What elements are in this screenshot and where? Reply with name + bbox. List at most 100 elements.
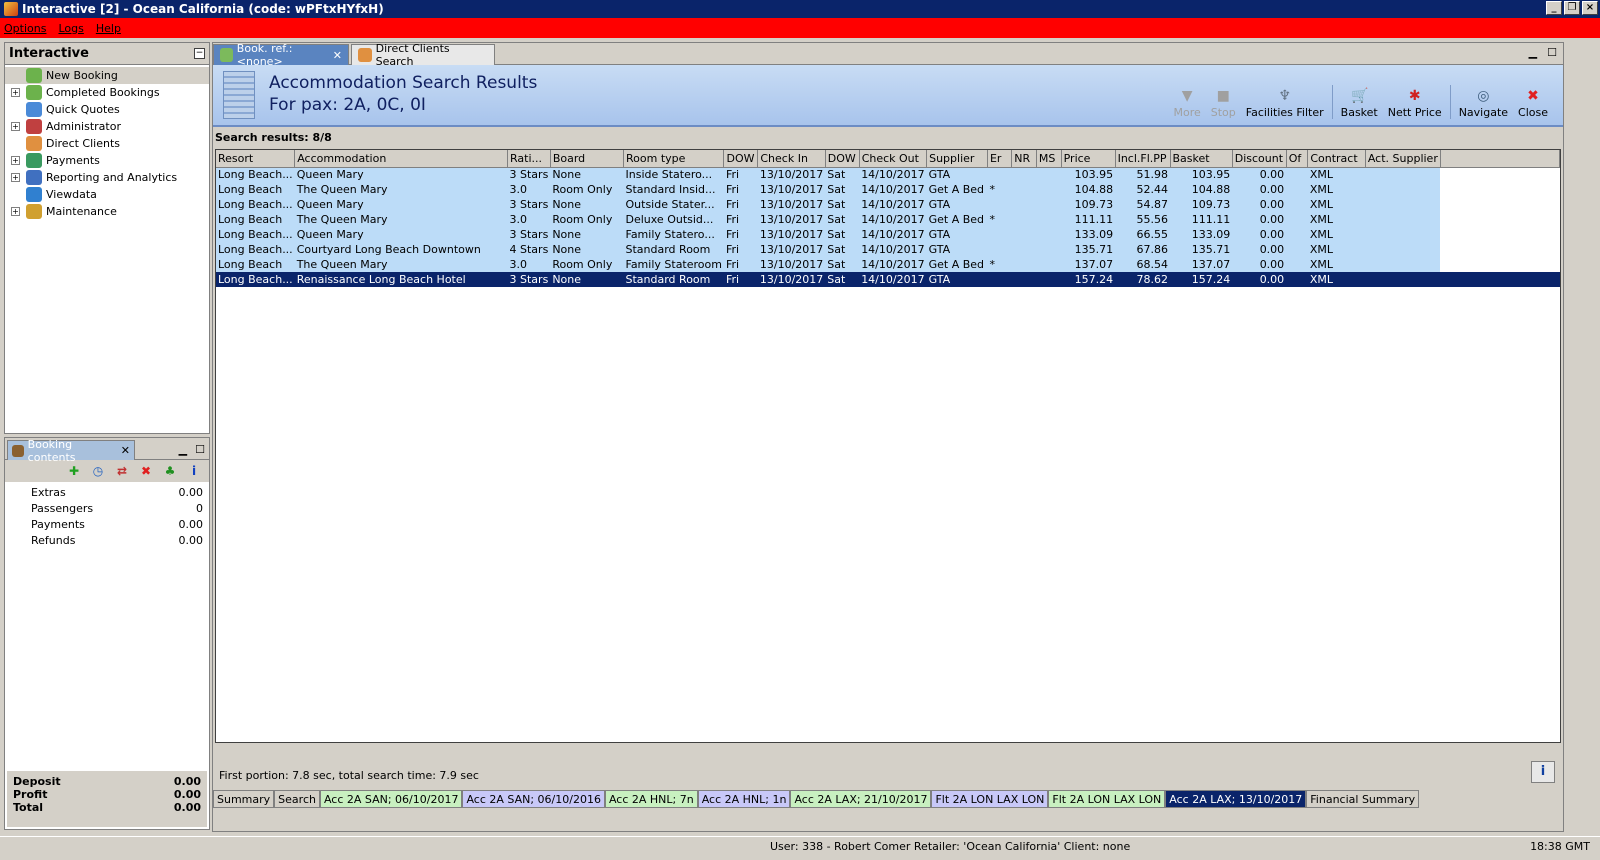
table-cell: Room Only (550, 212, 624, 227)
nav-item-viewdata[interactable]: Viewdata (5, 186, 209, 203)
bottom-tab[interactable]: Flt 2A LON LAX LON (931, 790, 1049, 808)
minimize-button[interactable]: _ (1546, 1, 1562, 15)
nav-item-completed-bookings[interactable]: + Completed Bookings (5, 84, 209, 101)
bottom-tab[interactable]: Acc 2A LAX; 21/10/2017 (790, 790, 932, 808)
palm-tree-icon[interactable]: ♣ (163, 464, 177, 478)
navigate-button[interactable]: ◎ Navigate (1454, 88, 1513, 119)
expand-icon[interactable]: + (11, 122, 20, 131)
close-tab-icon[interactable]: ✕ (121, 444, 130, 457)
nav-item-reporting-and-analytics[interactable]: + Reporting and Analytics (5, 169, 209, 186)
tab-direct-clients-search[interactable]: Direct Clients Search (351, 42, 495, 68)
nav-item-administrator[interactable]: + Administrator (5, 118, 209, 135)
add-icon[interactable]: ✚ (67, 464, 81, 478)
bottom-tab[interactable]: Financial Summary (1306, 790, 1420, 808)
nav-item-new-booking[interactable]: New Booking (5, 67, 209, 84)
nav-item-label: Quick Quotes (46, 103, 120, 116)
column-header[interactable]: DOW (825, 150, 860, 168)
minimize-panel-icon[interactable]: ▁ (179, 443, 187, 456)
column-header[interactable]: NR (1011, 150, 1037, 168)
expand-icon[interactable]: + (11, 88, 20, 97)
bottom-tab[interactable]: Summary (213, 790, 275, 808)
nett-price-button[interactable]: ✱ Nett Price (1383, 88, 1447, 119)
table-row[interactable]: Long Beach... Queen Mary 3 Stars None Outsid… (216, 197, 1560, 212)
table-cell: 13/10/2017 (757, 227, 826, 242)
table-cell: 68.54 (1115, 257, 1170, 272)
search-timing: First portion: 7.8 sec, total search tim… (219, 769, 479, 782)
bottom-tab[interactable]: Flt 2A LON LAX LON (1048, 790, 1166, 808)
stop-button[interactable]: ■ Stop (1206, 88, 1241, 119)
column-header[interactable]: Of (1286, 150, 1309, 168)
column-header[interactable]: DOW (723, 150, 759, 168)
column-header[interactable]: MS (1036, 150, 1062, 168)
table-row[interactable]: Long Beach... Renaissance Long Beach Hote… (216, 272, 1560, 287)
table-row[interactable]: Long Beach The Queen Mary 3.0 Room Only Fami… (216, 257, 1560, 272)
column-header[interactable]: Incl.Fl.PP (1115, 150, 1171, 168)
nav-item-label: Administrator (46, 120, 121, 133)
table-row[interactable]: Long Beach... Queen Mary 3 Stars None Inside… (216, 167, 1560, 182)
column-header[interactable]: Supplier (926, 150, 988, 168)
bottom-tab[interactable]: Acc 2A HNL; 7n (604, 790, 698, 808)
collapse-panel-button[interactable]: − (194, 48, 205, 59)
table-cell (1036, 242, 1062, 257)
column-header[interactable]: Discount (1232, 150, 1287, 168)
maximize-tab-area-icon[interactable]: ☐ (1547, 46, 1557, 59)
menu-logs[interactable]: Logs (58, 22, 83, 35)
more-button[interactable]: ▼ More (1168, 88, 1205, 119)
table-cell (1365, 257, 1441, 272)
facilities-filter-button[interactable]: ♆ Facilities Filter (1241, 88, 1329, 119)
info-button[interactable]: i (1531, 761, 1555, 783)
total-label: Profit (13, 788, 48, 801)
bottom-tab[interactable]: Acc 2A HNL; 1n (697, 790, 791, 808)
column-header[interactable]: Er (987, 150, 1013, 168)
table-row[interactable]: Long Beach... Queen Mary 3 Stars None Family… (216, 227, 1560, 242)
column-header[interactable]: Price (1061, 150, 1116, 168)
basket-button[interactable]: 🛒 Basket (1336, 88, 1383, 119)
window-title: Interactive [2] - Ocean California (code… (22, 2, 384, 16)
column-header[interactable]: Check In (757, 150, 826, 168)
table-cell: 3.0 (507, 182, 551, 197)
nav-item-payments[interactable]: + Payments (5, 152, 209, 169)
table-row[interactable]: Long Beach The Queen Mary 3.0 Room Only Delu… (216, 212, 1560, 227)
column-header[interactable]: Contract (1307, 150, 1366, 168)
expand-icon[interactable]: + (11, 173, 20, 182)
bottom-tab[interactable]: Search (274, 790, 320, 808)
column-header[interactable]: Check Out (859, 150, 928, 168)
info-icon[interactable]: i (187, 464, 201, 478)
column-header[interactable]: Rati... (507, 150, 551, 168)
column-header[interactable]: Board (550, 150, 625, 168)
table-cell: Long Beach (216, 257, 295, 272)
nav-item-direct-clients[interactable]: Direct Clients (5, 135, 209, 152)
expand-icon[interactable]: + (11, 156, 20, 165)
column-header[interactable]: Resort (216, 150, 296, 168)
expand-icon[interactable]: + (11, 207, 20, 216)
menu-options[interactable]: Options (4, 22, 46, 35)
bottom-tab[interactable]: Acc 2A SAN; 06/10/2016 (462, 790, 605, 808)
column-header[interactable]: Act. Supplier (1365, 150, 1441, 168)
maximize-panel-icon[interactable]: ☐ (195, 443, 205, 456)
table-cell (1365, 227, 1441, 242)
table-cell (1365, 212, 1441, 227)
booking-contents-tab[interactable]: Booking contents ✕ (7, 438, 135, 464)
bottom-tab[interactable]: Acc 2A SAN; 06/10/2017 (319, 790, 463, 808)
clock-icon[interactable]: ◷ (91, 464, 105, 478)
delete-icon[interactable]: ✖ (139, 464, 153, 478)
tab-booking-ref[interactable]: Book. ref.: <none> ✕ (213, 42, 349, 68)
basket-icon: 🛒 (1351, 88, 1369, 104)
minimize-tab-area-icon[interactable]: ▁ (1529, 46, 1537, 59)
close-button[interactable]: ✖ Close (1513, 88, 1553, 119)
nav-item-maintenance[interactable]: + Maintenance (5, 203, 209, 220)
column-header[interactable]: Room type (623, 150, 725, 168)
column-header[interactable]: Accommodation (294, 150, 509, 168)
table-cell: 103.95 (1061, 167, 1116, 182)
table-row[interactable]: Long Beach The Queen Mary 3.0 Room Only Stan… (216, 182, 1560, 197)
close-window-button[interactable]: × (1582, 1, 1598, 15)
close-tab-icon[interactable]: ✕ (333, 49, 342, 62)
menu-help[interactable]: Help (96, 22, 121, 35)
bottom-tab[interactable]: Acc 2A LAX; 13/10/2017 (1165, 790, 1307, 808)
table-row[interactable]: Long Beach... Courtyard Long Beach Downto… (216, 242, 1560, 257)
restore-button[interactable]: ❐ (1564, 1, 1580, 15)
nav-item-quick-quotes[interactable]: Quick Quotes (5, 101, 209, 118)
total-row: Profit 0.00 (13, 788, 201, 801)
column-header[interactable]: Basket (1170, 150, 1233, 168)
basket-edit-icon[interactable]: ⇄ (115, 464, 129, 478)
